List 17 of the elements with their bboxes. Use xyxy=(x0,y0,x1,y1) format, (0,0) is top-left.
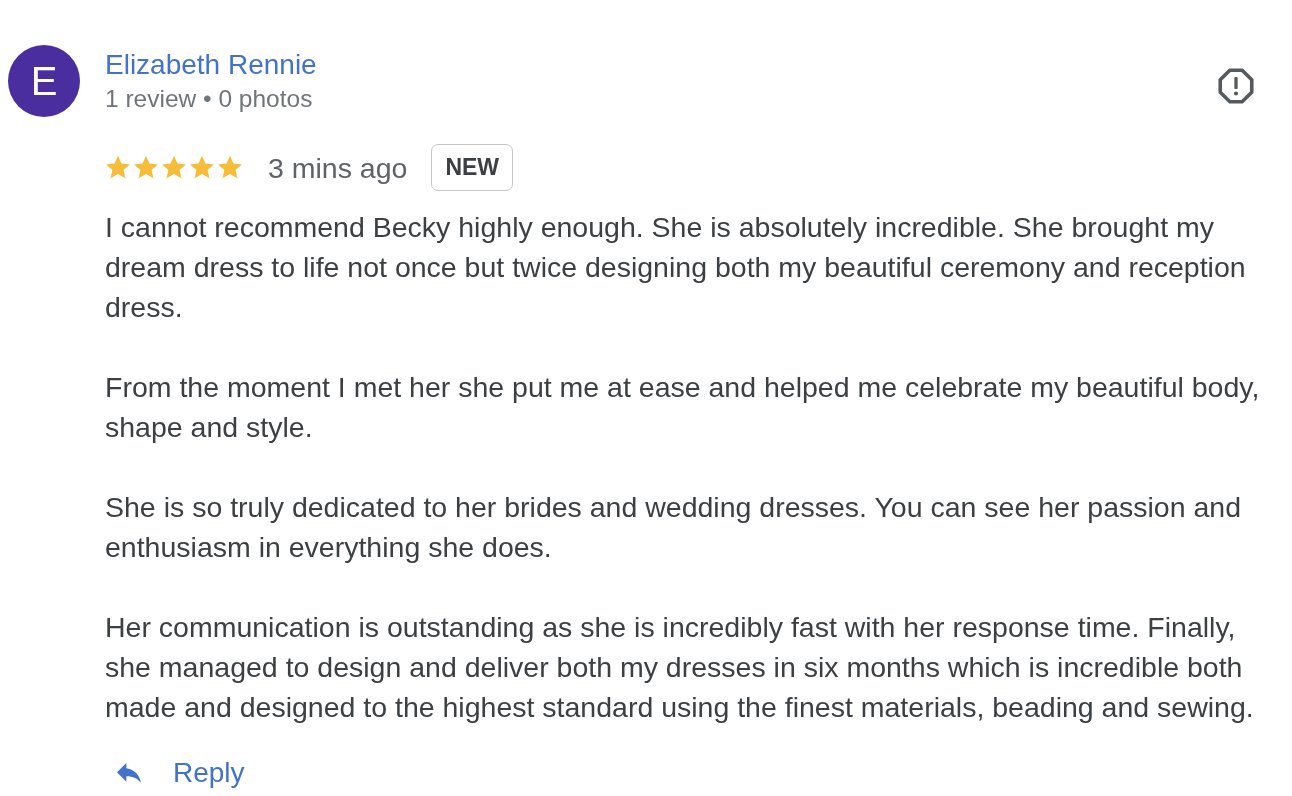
new-badge: NEW xyxy=(431,144,514,191)
reviewer-name-link[interactable]: Elizabeth Rennie xyxy=(105,49,317,81)
review-paragraph: I cannot recommend Becky highly enough. She is absolutely incredible. She brought my dream dress to life not once but twice designing both my beautiful ceremony and reception dress. xyxy=(105,210,1247,325)
star-icon xyxy=(217,155,243,180)
review-paragraph: Her communication is outstanding as she is incredibly fast with her response time. Finally, she managed to design and deliver both my dresses in six months which is incredible both made and designed to the highest standard using the finest materials, beading and sewing. xyxy=(105,610,1255,725)
avatar: E xyxy=(8,45,80,117)
reply-arrow-icon xyxy=(117,763,141,783)
star-icon xyxy=(161,155,187,180)
review-time: 3 mins ago xyxy=(268,151,408,184)
star-icon xyxy=(189,155,215,180)
star-icon xyxy=(133,155,159,180)
review-paragraph: She is so truly dedicated to her brides and wedding dresses. You can see her passion and enthusiasm in everything she does. xyxy=(105,490,1242,565)
reply-button[interactable]: Reply xyxy=(117,757,245,789)
review-paragraph: From the moment I met her she put me at ease and helped me celebrate my beautiful body, shape and style. xyxy=(105,370,1261,445)
star-icon xyxy=(105,155,131,180)
reviewer-stats: 1 review • 0 photos xyxy=(105,85,313,113)
alert-octagon-icon[interactable] xyxy=(1218,68,1254,104)
